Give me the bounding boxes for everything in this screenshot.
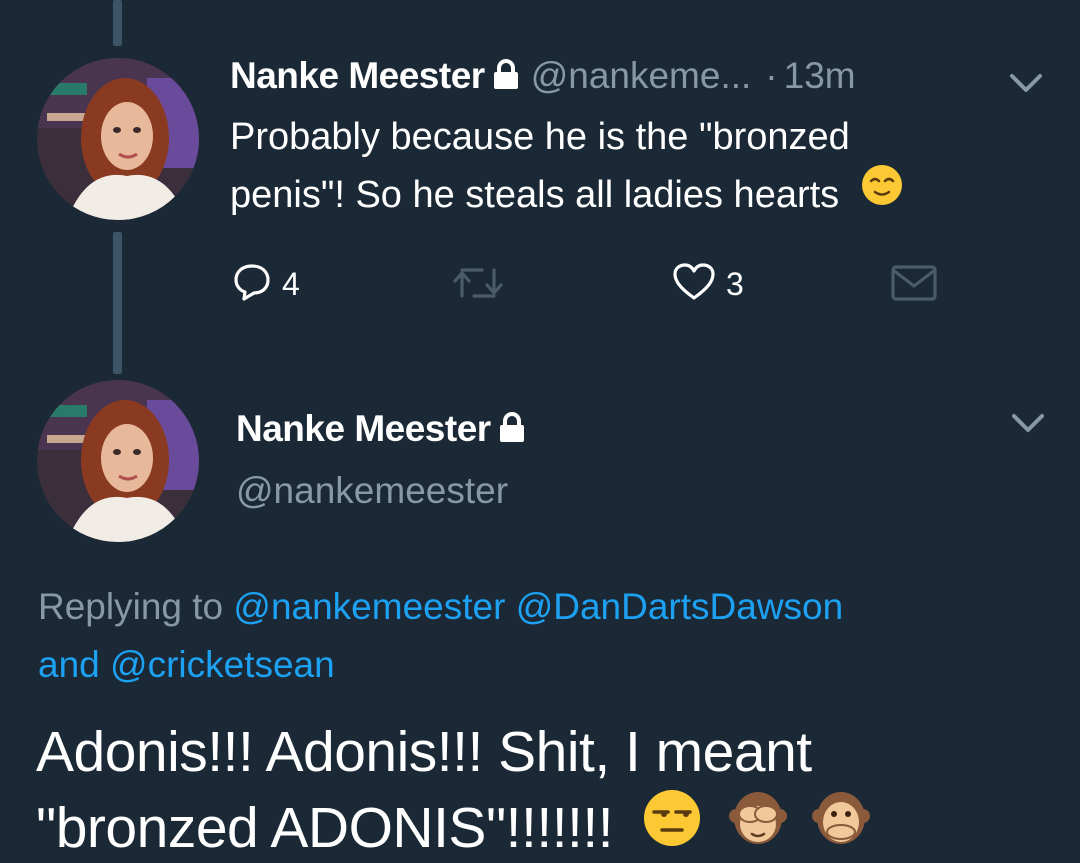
display-name[interactable]: Nanke Meester [236,408,491,450]
see-no-evil-monkey-emoji [728,788,788,863]
tweet2-text: Adonis!!! Adonis!!! Shit, I meant "bronz… [36,714,871,863]
reply-count: 4 [282,266,300,302]
display-name[interactable]: Nanke Meester [230,55,485,97]
lock-icon [493,58,519,94]
handle[interactable]: @nankeme... [531,55,752,97]
tweet2-text-line2: "bronzed ADONIS"!!!!!!! [36,796,614,860]
reply-icon [232,262,272,307]
mention-link[interactable]: @cricketsean [110,644,335,685]
tweet1-header: Nanke Meester @nankeme... · 13m [230,55,856,97]
retweet-icon [452,266,504,305]
reply-button[interactable]: 4 [232,262,300,307]
thread-line-middle [113,232,122,374]
avatar[interactable] [37,380,199,542]
tweet2-header: Nanke Meester [236,408,525,450]
chevron-down-icon[interactable] [1010,412,1046,441]
like-button[interactable]: 3 [672,262,744,307]
speak-no-evil-monkey-emoji [811,788,871,863]
chevron-down-icon[interactable] [1008,72,1044,101]
tweet-thread-screen: Nanke Meester @nankeme... · 13m Probably… [0,0,1080,863]
like-count: 3 [726,266,744,302]
heart-icon [672,262,716,307]
tweet1-text: Probably because he is the "bronzed peni… [230,108,904,224]
tweet1-text-line1: Probably because he is the "bronzed [230,116,850,158]
separator-dot: · [765,55,778,96]
unamused-face-emoji [642,788,702,863]
retweet-button[interactable] [452,266,504,305]
thread-line-top [113,0,122,46]
dm-button[interactable] [890,264,938,307]
avatar[interactable] [37,58,199,220]
mention-link[interactable]: @DanDartsDawson [516,586,844,627]
timestamp[interactable]: 13m [784,55,856,97]
mention-link[interactable]: @nankemeester [233,586,505,627]
relieved-face-emoji [860,163,904,224]
and-text: and [38,644,100,685]
handle[interactable]: @nankemeester [236,470,508,512]
tweet1-text-line2: penis"! So he steals all ladies hearts [230,174,840,216]
dm-icon [890,264,938,307]
lock-icon [499,411,525,447]
replying-prefix: Replying to [38,586,224,627]
tweet2-text-line1: Adonis!!! Adonis!!! Shit, I meant [36,720,812,784]
replying-to: Replying to @nankemeester @DanDartsDawso… [38,578,843,694]
